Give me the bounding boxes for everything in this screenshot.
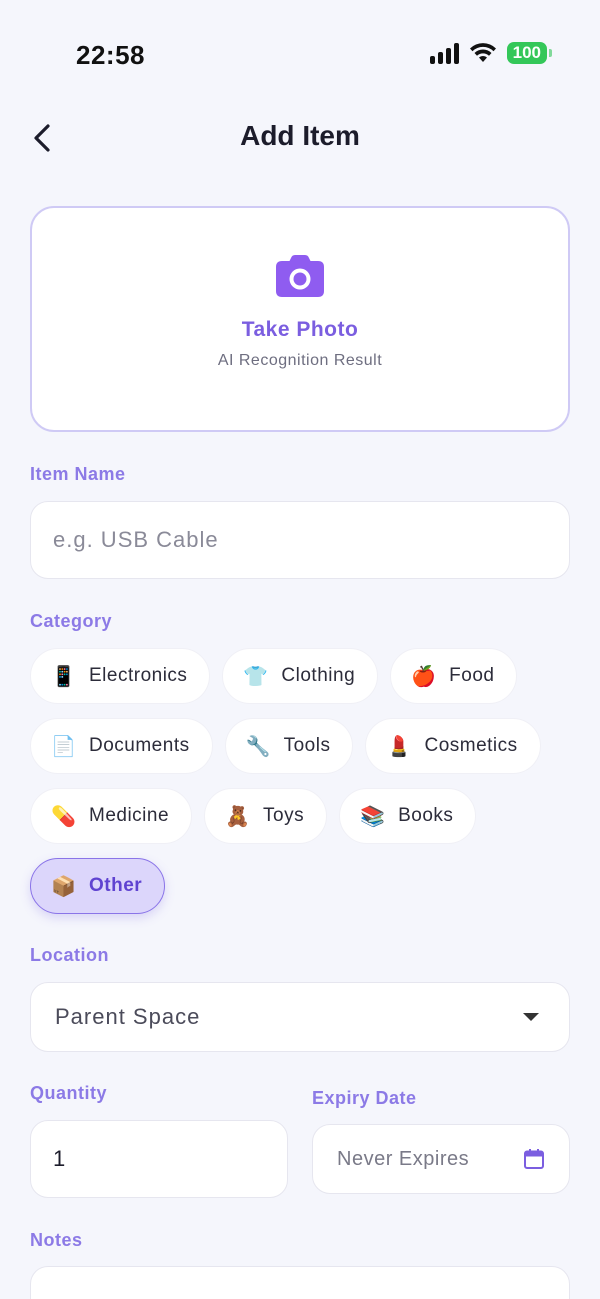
battery-level: 100 xyxy=(506,42,547,64)
expiry-date-label: Expiry Date xyxy=(312,1088,417,1108)
document-icon: 📄 xyxy=(51,734,77,758)
chip-label: Food xyxy=(449,665,495,686)
caret-down-icon xyxy=(523,1013,539,1021)
pill-icon: 💊 xyxy=(51,804,77,828)
cellular-signal-icon xyxy=(429,42,459,64)
wrench-icon: 🔧 xyxy=(245,734,272,758)
expiry-date-value: Never Expires xyxy=(337,1147,470,1170)
status-bar: 22:58 100 xyxy=(0,0,600,100)
category-chip-medicine[interactable]: 💊 Medicine xyxy=(30,788,193,844)
notes-label: Notes xyxy=(30,1230,83,1250)
page-title: Add Item xyxy=(240,120,360,151)
expiry-date-picker[interactable]: Never Expires xyxy=(312,1124,570,1194)
category-chip-cosmetics[interactable]: 💄 Cosmetics xyxy=(365,718,541,774)
shirt-icon: 👕 xyxy=(243,664,269,688)
camera-icon xyxy=(276,255,324,297)
take-photo-card[interactable]: Take Photo AI Recognition Result xyxy=(30,206,570,432)
take-photo-label: Take Photo xyxy=(241,318,359,341)
header: Add Item xyxy=(0,108,600,168)
wifi-icon xyxy=(469,43,496,62)
chip-label: Other xyxy=(89,875,143,896)
books-icon: 📚 xyxy=(360,804,386,828)
status-time: 22:58 xyxy=(76,40,145,70)
quantity-label: Quantity xyxy=(30,1083,108,1103)
status-icons: 100 xyxy=(429,42,552,64)
location-label: Location xyxy=(30,945,109,965)
location-value: Parent Space xyxy=(55,1004,201,1029)
ai-recognition-label: AI Recognition Result xyxy=(217,352,383,369)
category-chip-food[interactable]: 🍎 Food xyxy=(390,648,518,704)
lipstick-icon: 💄 xyxy=(386,734,412,758)
location-select[interactable]: Parent Space xyxy=(30,982,570,1052)
chip-label: Documents xyxy=(89,735,190,756)
category-chip-documents[interactable]: 📄 Documents xyxy=(30,718,213,774)
chip-label: Books xyxy=(398,805,454,826)
category-chip-clothing[interactable]: 👕 Clothing xyxy=(222,648,379,704)
teddy-bear-icon: 🧸 xyxy=(225,804,251,828)
category-label: Category xyxy=(30,611,113,631)
category-chip-other[interactable]: 📦 Other xyxy=(30,858,166,914)
chip-label: Electronics xyxy=(89,665,188,686)
item-name-input[interactable] xyxy=(30,501,570,579)
chip-label: Cosmetics xyxy=(424,735,518,756)
item-name-label: Item Name xyxy=(30,464,126,484)
calendar-icon xyxy=(524,1149,544,1169)
chip-label: Medicine xyxy=(89,805,170,826)
chip-label: Clothing xyxy=(281,665,356,686)
apple-icon: 🍎 xyxy=(411,664,437,688)
notes-input[interactable] xyxy=(30,1266,570,1299)
category-chips: 📱 Electronics 👕 Clothing 🍎 Food 📄 Docume… xyxy=(30,648,570,928)
quantity-input[interactable] xyxy=(30,1120,288,1198)
mobile-phone-icon: 📱 xyxy=(51,664,77,688)
battery-icon: 100 xyxy=(506,42,552,64)
category-chip-toys[interactable]: 🧸 Toys xyxy=(204,788,328,844)
category-chip-electronics[interactable]: 📱 Electronics xyxy=(30,648,211,704)
chip-label: Tools xyxy=(283,735,331,756)
chip-label: Toys xyxy=(263,805,305,826)
package-icon: 📦 xyxy=(51,874,77,898)
category-chip-tools[interactable]: 🔧 Tools xyxy=(224,718,354,774)
category-chip-books[interactable]: 📚 Books xyxy=(339,788,477,844)
